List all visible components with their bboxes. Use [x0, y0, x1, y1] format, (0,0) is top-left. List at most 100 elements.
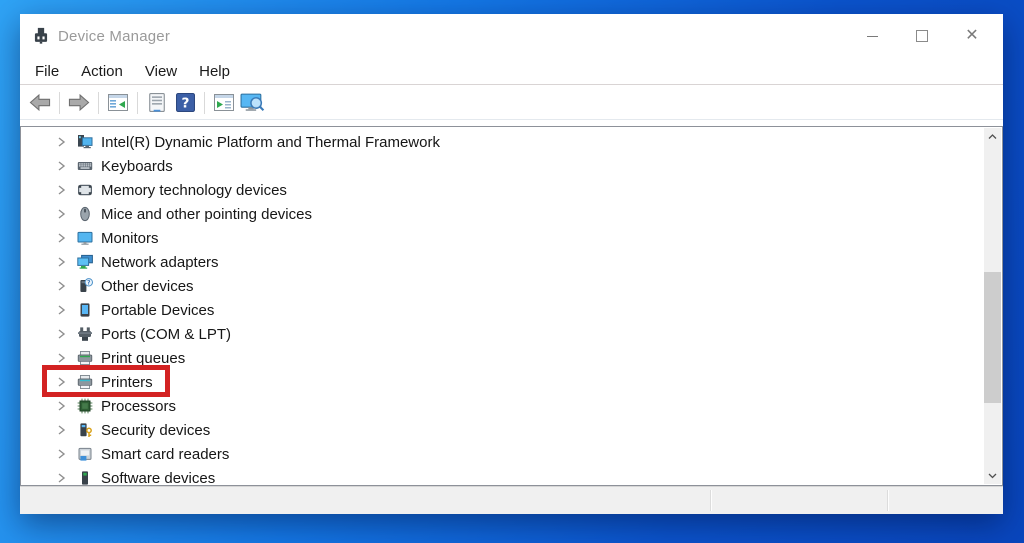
tree-item-network-adapters[interactable]: Network adapters [21, 250, 984, 274]
tree-item-smart-card-readers[interactable]: Smart card readers [21, 442, 984, 466]
tree-item-label: Security devices [101, 422, 210, 439]
tree-item-label: Other devices [101, 278, 194, 295]
tree-item-label: Processors [101, 398, 176, 415]
expand-chevron-icon[interactable] [55, 304, 67, 316]
expand-chevron-icon[interactable] [55, 472, 67, 484]
title-bar[interactable]: Device Manager ✕ [20, 14, 1003, 58]
tree-item-software-devices[interactable]: Software devices [21, 466, 984, 486]
status-bar [20, 486, 1003, 514]
statusbar-divider [887, 490, 889, 511]
menu-help[interactable]: Help [188, 63, 241, 80]
svg-text:?: ? [181, 95, 189, 111]
tree-item-monitors[interactable]: Monitors [21, 226, 984, 250]
expand-chevron-icon[interactable] [55, 256, 67, 268]
tree-item-other-devices[interactable]: ? Other devices [21, 274, 984, 298]
keyboard-icon [77, 158, 93, 174]
tree-item-label: Keyboards [101, 158, 173, 175]
forward-arrow-icon [68, 94, 90, 111]
minimize-icon [867, 36, 878, 37]
menu-action[interactable]: Action [70, 63, 134, 80]
tree-item-label: Print queues [101, 350, 185, 367]
tree-item-label: Network adapters [101, 254, 219, 271]
tree-item-label: Monitors [101, 230, 159, 247]
monitor-icon [77, 230, 93, 246]
tree-item-keyboards[interactable]: Keyboards [21, 154, 984, 178]
tree-item-portable-devices[interactable]: Portable Devices [21, 298, 984, 322]
action-pane-button[interactable] [210, 90, 238, 116]
device-tree: Intel(R) Dynamic Platform and Thermal Fr… [21, 130, 984, 486]
tree-item-processors[interactable]: Processors [21, 394, 984, 418]
scroll-up-icon[interactable] [984, 128, 1001, 145]
expand-chevron-icon[interactable] [55, 352, 67, 364]
tree-item-label: Ports (COM & LPT) [101, 326, 231, 343]
network-adapter-icon [77, 254, 93, 270]
expand-chevron-icon[interactable] [55, 400, 67, 412]
expand-chevron-icon[interactable] [55, 280, 67, 292]
toolbar-separator [137, 92, 138, 114]
expand-chevron-icon[interactable] [55, 424, 67, 436]
show-console-tree-button[interactable] [104, 90, 132, 116]
tree-item-mice-and-other-pointing-devices[interactable]: Mice and other pointing devices [21, 202, 984, 226]
properties-icon [148, 93, 166, 112]
toolbar-separator [204, 92, 205, 114]
desktop: { "window": { "title": "Device Manager",… [0, 0, 1024, 543]
svg-text:?: ? [87, 280, 91, 287]
expand-chevron-icon[interactable] [55, 448, 67, 460]
software-device-icon [77, 470, 93, 486]
help-button[interactable]: ? [171, 90, 199, 116]
portable-device-icon [77, 302, 93, 318]
expand-chevron-icon[interactable] [55, 160, 67, 172]
tree-item-label: Smart card readers [101, 446, 229, 463]
smart-card-reader-icon [77, 446, 93, 462]
tree-item-ports-com-lpt[interactable]: Ports (COM & LPT) [21, 322, 984, 346]
tree-item-label: Intel(R) Dynamic Platform and Thermal Fr… [101, 134, 440, 151]
scrollbar-thumb[interactable] [984, 272, 1001, 403]
forward-button[interactable] [65, 90, 93, 116]
tree-item-label: Memory technology devices [101, 182, 287, 199]
expand-chevron-icon[interactable] [55, 136, 67, 148]
window-controls: ✕ [847, 14, 997, 58]
close-button[interactable]: ✕ [947, 20, 997, 52]
action-pane-icon [214, 94, 234, 111]
back-arrow-icon [29, 94, 51, 111]
tree-item-label: Portable Devices [101, 302, 214, 319]
unknown-device-icon: ? [77, 278, 93, 294]
device-manager-window: Device Manager ✕ FileActionViewHelp ? In… [20, 14, 1003, 514]
expand-chevron-icon[interactable] [55, 232, 67, 244]
menu-view[interactable]: View [134, 63, 188, 80]
vertical-scrollbar[interactable] [984, 128, 1001, 484]
ports-icon [77, 326, 93, 342]
expand-chevron-icon[interactable] [55, 184, 67, 196]
system-device-icon [77, 134, 93, 150]
mouse-icon [77, 206, 93, 222]
expand-chevron-icon[interactable] [55, 376, 67, 388]
tree-item-label: Printers [101, 374, 153, 391]
tree-item-printers[interactable]: Printers [21, 370, 984, 394]
scan-hardware-changes-button[interactable] [238, 90, 266, 116]
tree-item-memory-technology-devices[interactable]: Memory technology devices [21, 178, 984, 202]
tree-item-intel-r-dynamic-platform-and-thermal-framework[interactable]: Intel(R) Dynamic Platform and Thermal Fr… [21, 130, 984, 154]
toolbar-separator [98, 92, 99, 114]
tree-item-print-queues[interactable]: Print queues [21, 346, 984, 370]
device-manager-plug-icon [32, 27, 50, 45]
tree-item-label: Mice and other pointing devices [101, 206, 312, 223]
processor-icon [77, 398, 93, 414]
window-title: Device Manager [58, 28, 170, 45]
statusbar-divider [710, 490, 712, 511]
scroll-down-icon[interactable] [984, 467, 1001, 484]
maximize-button[interactable] [897, 20, 947, 52]
scan-hardware-icon [240, 93, 265, 113]
tree-item-label: Software devices [101, 470, 215, 487]
minimize-button[interactable] [847, 20, 897, 52]
back-button[interactable] [26, 90, 54, 116]
toolbar-separator [59, 92, 60, 114]
expand-chevron-icon[interactable] [55, 208, 67, 220]
printer-icon [77, 374, 93, 390]
security-device-icon [77, 422, 93, 438]
properties-button[interactable] [143, 90, 171, 116]
expand-chevron-icon[interactable] [55, 328, 67, 340]
tree-item-security-devices[interactable]: Security devices [21, 418, 984, 442]
console-tree-icon [108, 94, 128, 111]
memory-card-icon [77, 182, 93, 198]
menu-file[interactable]: File [24, 63, 70, 80]
